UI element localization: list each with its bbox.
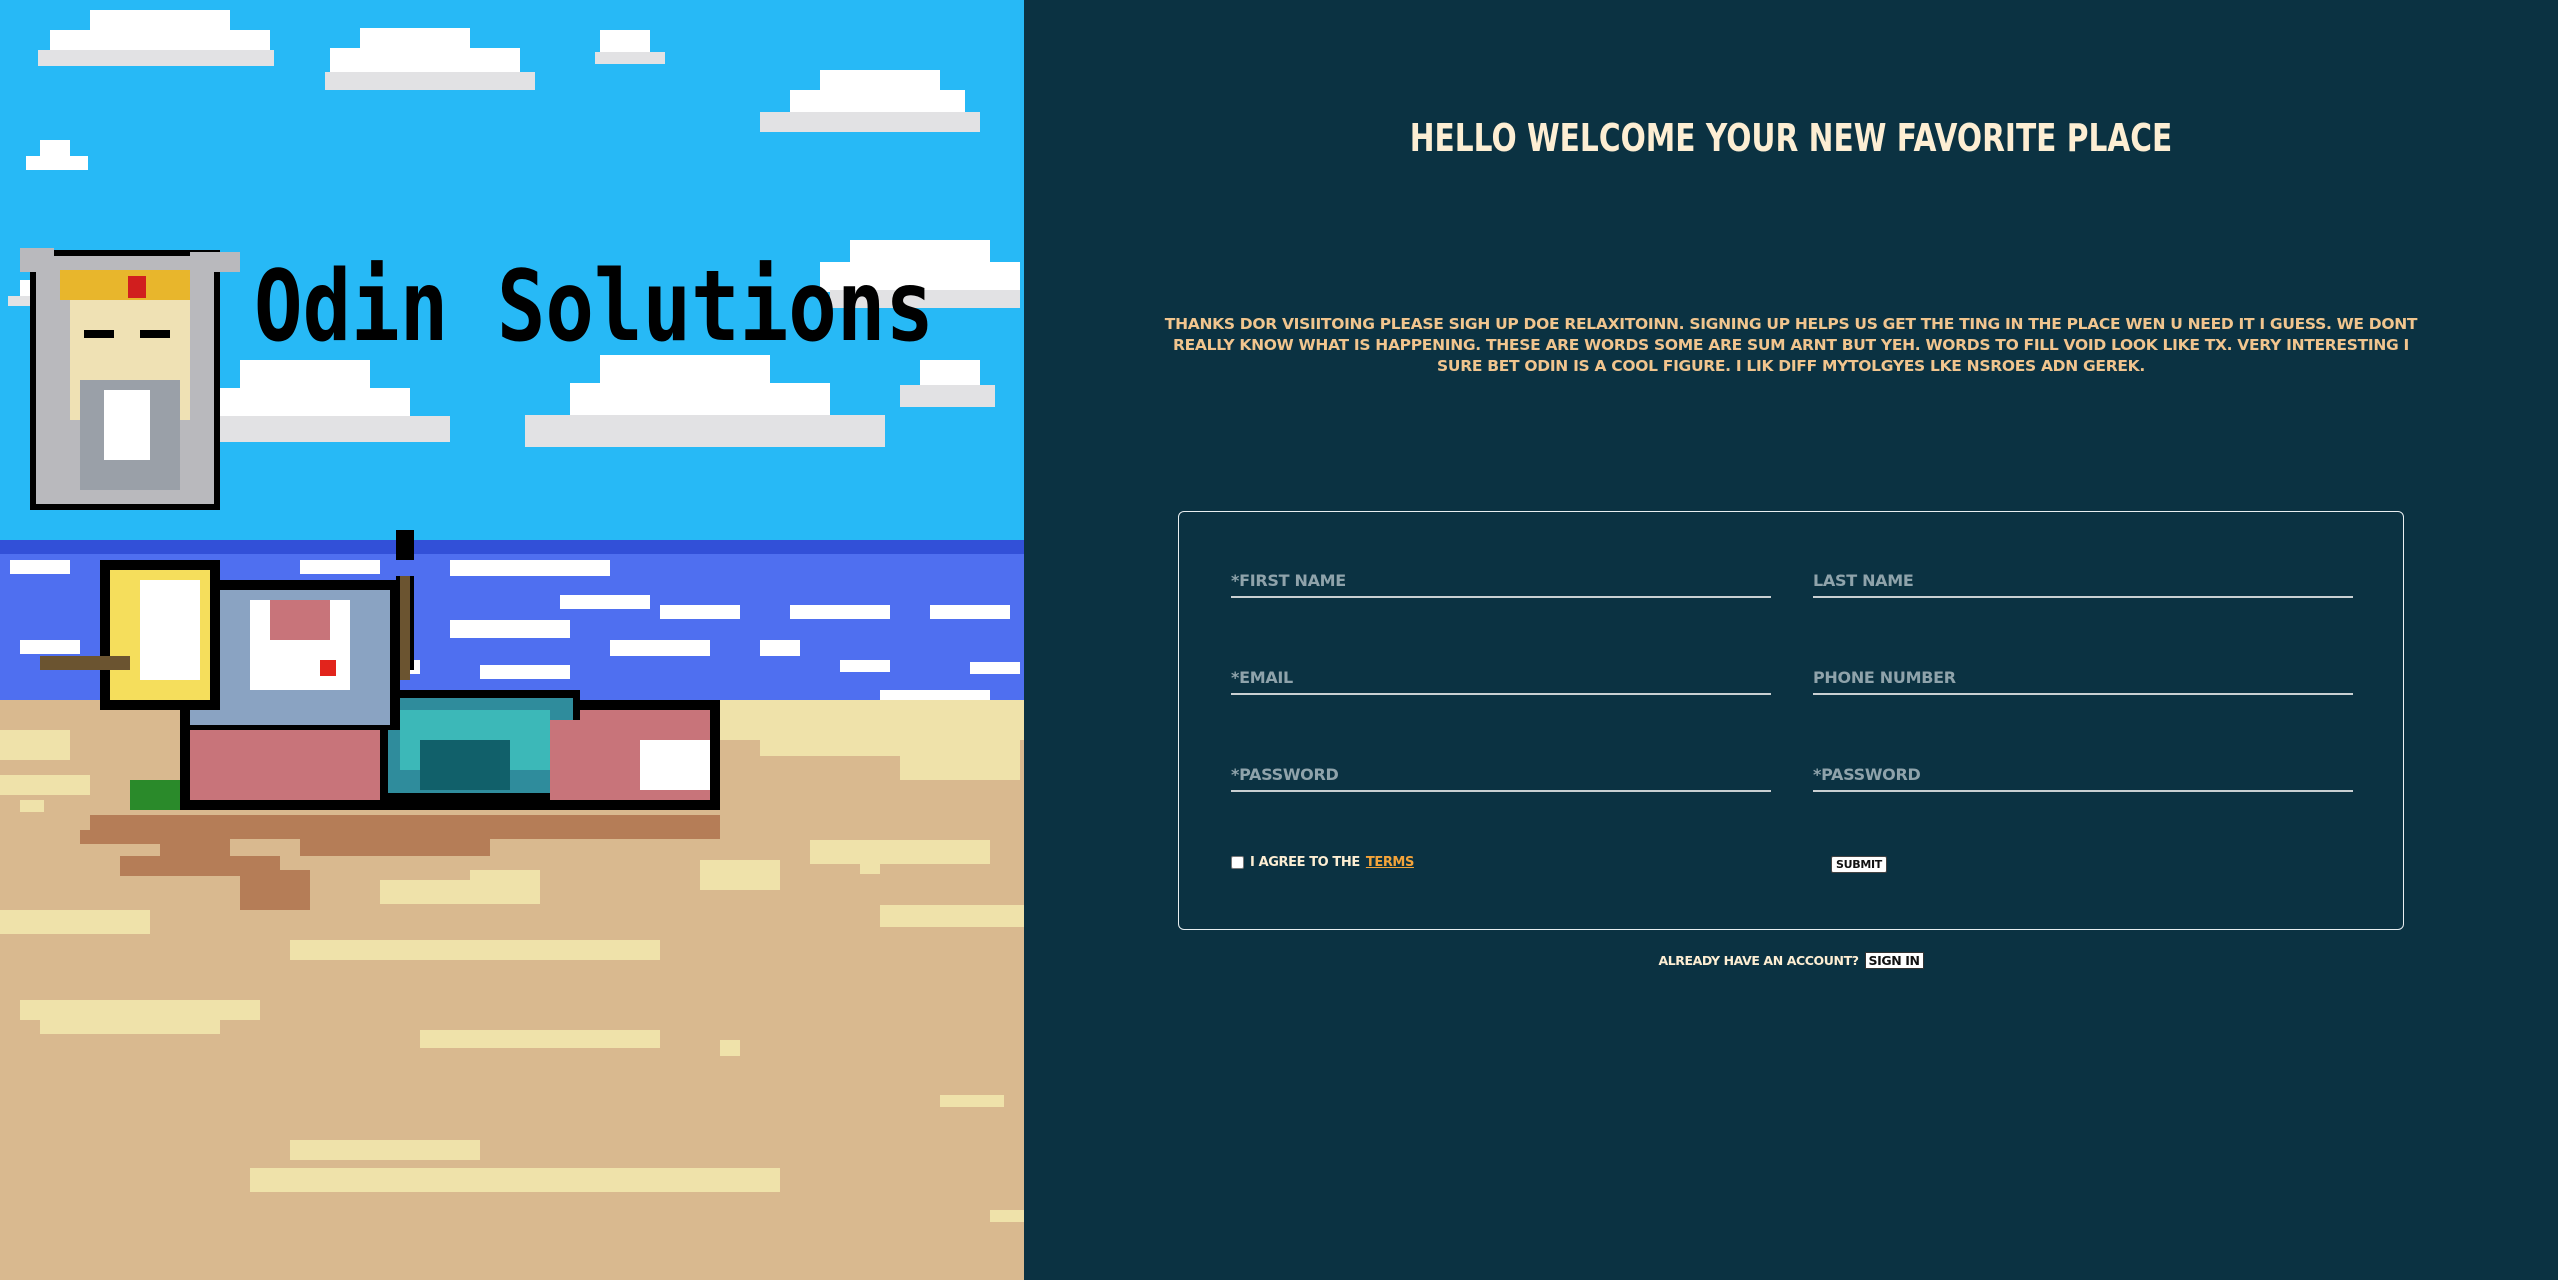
terms-checkbox[interactable] [1231, 856, 1244, 869]
hero-art-panel: Odin Solutions [0, 0, 1024, 1280]
confirm-password-field-wrap [1813, 750, 2353, 792]
odin-solutions-wordmark: Odin Solutions [254, 250, 934, 364]
intro-paragraph: THANKS DOR VISIITOING PLEASE SIGH UP DOE… [1164, 315, 2418, 375]
terms-agree-label: I AGREE TO THE [1250, 855, 1360, 870]
beach-scene-illustration: Odin Solutions [0, 0, 1024, 1280]
email-field-wrap [1231, 653, 1771, 695]
phone-field-wrap [1813, 653, 2353, 695]
phone-number-input[interactable] [1813, 668, 2353, 687]
signup-panel: HELLO WELCOME YOUR NEW FAVORITE PLACE TH… [1024, 0, 2558, 1280]
signup-form: I AGREE TO THE TERMS SUBMIT [1178, 511, 2404, 930]
terms-link[interactable]: TERMS [1366, 855, 1414, 870]
signup-page: Odin Solutions HELLO WELCOME YOUR NEW FA… [0, 0, 2558, 1280]
page-title: HELLO WELCOME YOUR NEW FAVORITE PLACE [1409, 116, 2173, 160]
signin-prompt: ALREADY HAVE AN ACCOUNT? SIGN IN [1024, 952, 2558, 969]
submit-button[interactable]: SUBMIT [1831, 856, 1887, 873]
first-name-field-wrap [1231, 556, 1771, 598]
password-input[interactable] [1231, 765, 1771, 784]
already-have-account-text: ALREADY HAVE AN ACCOUNT? [1658, 953, 1859, 968]
last-name-input[interactable] [1813, 571, 2353, 590]
last-name-field-wrap [1813, 556, 2353, 598]
password-field-wrap [1231, 750, 1771, 792]
terms-agreement: I AGREE TO THE TERMS [1231, 855, 1414, 870]
sign-in-button[interactable]: SIGN IN [1864, 952, 1924, 969]
first-name-input[interactable] [1231, 571, 1771, 590]
odin-head-logo [20, 248, 240, 510]
confirm-password-input[interactable] [1813, 765, 2353, 784]
email-input[interactable] [1231, 668, 1771, 687]
